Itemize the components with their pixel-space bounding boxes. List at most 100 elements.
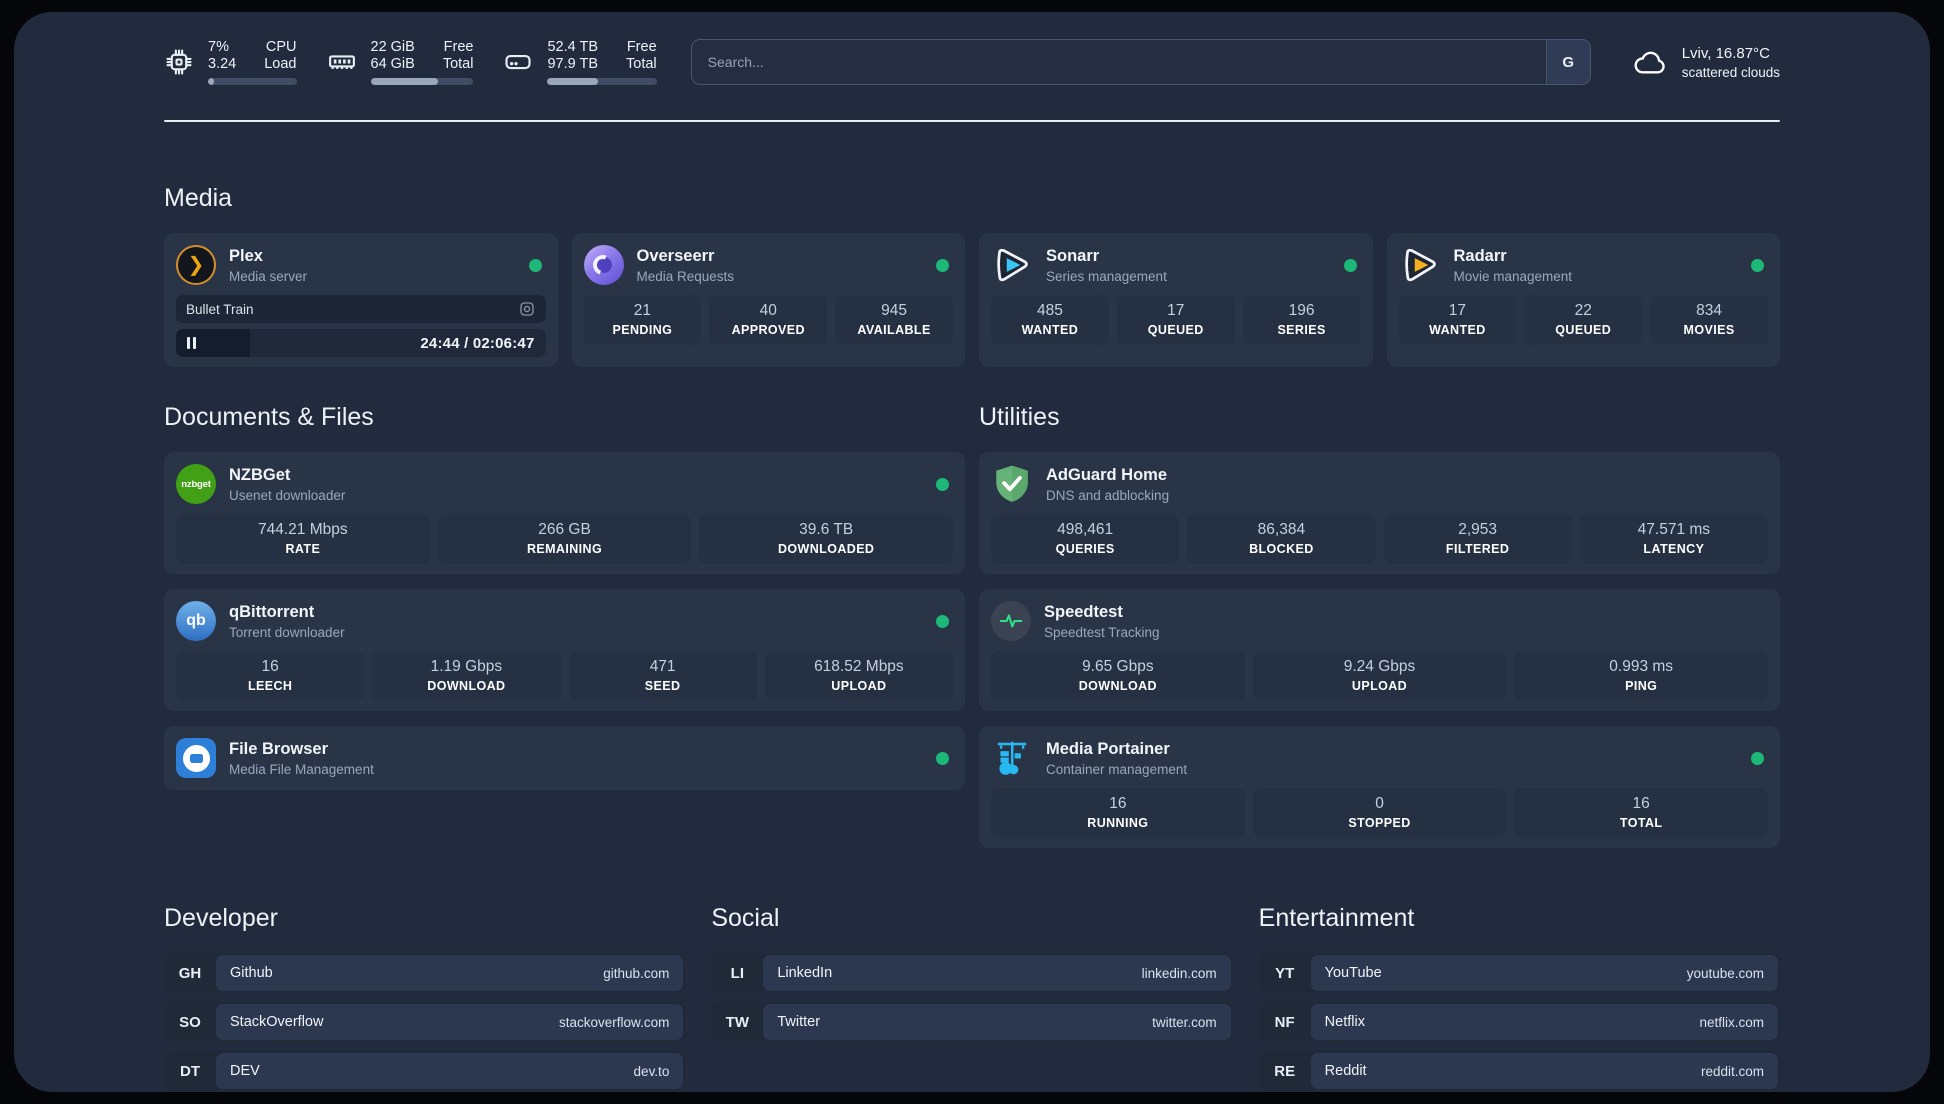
section-title-documents: Documents & Files: [164, 403, 374, 431]
app-card-overseerr[interactable]: Overseerr Media Requests 21 PENDING 40 A…: [571, 233, 965, 367]
app-card-adguard-home[interactable]: AdGuard Home DNS and adblocking 498,461 …: [979, 452, 1780, 574]
bookmark-name: Netflix: [1324, 1014, 1365, 1030]
stat-tile: 47.571 ms LATENCY: [1579, 514, 1768, 564]
bookmark-abbr: NF: [1274, 1013, 1295, 1031]
stat-label: TOTAL: [1619, 816, 1663, 830]
stat-value: 17: [1167, 302, 1185, 319]
bookmark-reddit[interactable]: RE Reddit reddit.com: [1258, 1051, 1780, 1091]
stat-tile: 0.993 ms PING: [1514, 651, 1769, 701]
ram-icon: [327, 47, 357, 77]
stat-label: QUEUED: [1555, 323, 1612, 337]
app-name: NZBGet: [229, 465, 291, 484]
now-playing-title: Bullet Train: [186, 301, 254, 317]
media-player: Bullet Train 24:44 / 02:06:47: [176, 295, 546, 357]
app-card-speedtest[interactable]: Speedtest Speedtest Tracking 9.65 Gbps D…: [979, 589, 1780, 711]
bookmark-abbr: TW: [725, 1013, 749, 1031]
app-description: Media File Management: [229, 761, 374, 777]
portainer-icon: [991, 737, 1033, 779]
app-stats: 498,461 QUERIES 86,384 BLOCKED 2,953 FIL…: [991, 514, 1768, 564]
stat-value: 16: [1632, 795, 1650, 812]
cloud-icon: [1631, 43, 1669, 81]
speedtest-icon: [991, 601, 1031, 641]
bookmark-name: Reddit: [1324, 1063, 1367, 1079]
app-description: Media Requests: [636, 268, 735, 284]
stat-label: APPROVED: [731, 323, 805, 337]
app-stats: 744.21 Mbps RATE 266 GB REMAINING 39.6 T…: [176, 514, 954, 564]
app-card-qbittorrent[interactable]: qb qBittorrent Torrent downloader 16 LEE…: [164, 589, 965, 711]
app-description: Container management: [1046, 761, 1188, 777]
app-stats: 17 WANTED 22 QUEUED 834 MOVIES: [1398, 295, 1769, 345]
pause-icon[interactable]: [187, 337, 196, 349]
stat-value: 16: [1109, 795, 1127, 812]
system-stats: 7% CPU 3.24 Load 22 GiB Free 64 GiB Tota…: [164, 39, 657, 85]
now-playing-icon[interactable]: [518, 300, 536, 318]
app-description: Torrent downloader: [229, 624, 345, 640]
app-name: Radarr: [1453, 246, 1507, 265]
stat-value: 945: [881, 302, 907, 319]
stat-label: WANTED: [1021, 323, 1079, 337]
bookmark-abbr: GH: [178, 964, 202, 982]
section-media: Media ❯ Plex Media server Bullet Train 2…: [164, 184, 1780, 367]
stat-label: PING: [1625, 679, 1658, 693]
section-title-media: Media: [164, 184, 233, 212]
bookmark-dev[interactable]: DT DEV dev.to: [164, 1051, 686, 1091]
app-name: Media Portainer: [1046, 739, 1170, 758]
bookmark-abbr: DT: [180, 1062, 200, 1080]
stat-tile: 22 QUEUED: [1524, 295, 1643, 345]
bookmark-url: stackoverflow.com: [559, 1014, 670, 1030]
bookmark-stackoverflow[interactable]: SO StackOverflow stackoverflow.com: [164, 1002, 686, 1042]
stat-tile: 17 WANTED: [1398, 295, 1517, 345]
app-description: Speedtest Tracking: [1044, 624, 1160, 640]
stat-value: 618.52 Mbps: [814, 658, 904, 675]
bookmark-twitter[interactable]: TW Twitter twitter.com: [711, 1002, 1233, 1042]
stat-label: MOVIES: [1683, 323, 1735, 337]
bookmark-github[interactable]: GH Github github.com: [164, 953, 686, 993]
bookmark-netflix[interactable]: NF Netflix netflix.com: [1258, 1002, 1780, 1042]
app-card-media-portainer[interactable]: Media Portainer Container management 16 …: [979, 726, 1780, 848]
app-card-sonarr[interactable]: Sonarr Series management 485 WANTED 17 Q…: [979, 233, 1373, 367]
stat-label: SEED: [644, 679, 681, 693]
usage-progress-fill: [370, 78, 439, 85]
stat-value: 266 GB: [538, 521, 591, 538]
app-description: Usenet downloader: [229, 487, 346, 503]
stat-tile: 945 AVAILABLE: [835, 295, 953, 345]
stat-label: WANTED: [1429, 323, 1486, 337]
bookmark-abbr: RE: [1274, 1062, 1296, 1080]
stat-tile: 40 APPROVED: [709, 295, 828, 345]
player-time: 24:44 / 02:06:47: [420, 334, 535, 352]
stat-tile: 0 STOPPED: [1252, 788, 1507, 838]
app-name: AdGuard Home: [1046, 465, 1168, 484]
header-divider: [164, 120, 1780, 122]
stat-tile: 196 SERIES: [1242, 295, 1361, 345]
app-card-plex[interactable]: ❯ Plex Media server Bullet Train 24:44 /…: [164, 233, 558, 367]
stat-label: AVAILABLE: [857, 323, 931, 337]
section-documents: Documents & Files nzbget NZBGet Usenet d…: [164, 403, 965, 790]
app-card-radarr[interactable]: Radarr Movie management 17 WANTED 22 QUE…: [1386, 233, 1780, 367]
bookmark-url: youtube.com: [1686, 965, 1764, 981]
app-card-file-browser[interactable]: File Browser Media File Management: [164, 726, 965, 790]
stat-label: QUERIES: [1055, 542, 1115, 556]
stat-value: 39.6 TB: [799, 521, 854, 538]
dashboard-page: 7% CPU 3.24 Load 22 GiB Free 64 GiB Tota…: [14, 12, 1930, 1092]
bookmark-section-title: Developer: [164, 904, 278, 932]
player-progress-bar[interactable]: 24:44 / 02:06:47: [176, 329, 546, 357]
media-cards-row: ❯ Plex Media server Bullet Train 24:44 /…: [164, 233, 1780, 367]
app-stats: 16 LEECH 1.19 Gbps DOWNLOAD 471 SEED 618…: [176, 651, 953, 701]
bookmark-youtube[interactable]: YT YouTube youtube.com: [1258, 953, 1780, 993]
header: 7% CPU 3.24 Load 22 GiB Free 64 GiB Tota…: [164, 34, 1780, 90]
app-stats: 485 WANTED 17 QUEUED 196 SERIES: [991, 295, 1361, 345]
stat-label: QUEUED: [1147, 323, 1204, 337]
stat-value: 0: [1375, 795, 1384, 812]
bookmark-linkedin[interactable]: LI LinkedIn linkedin.com: [711, 953, 1233, 993]
stat-value: 9.24 Gbps: [1343, 658, 1416, 675]
stat-tile: 1.19 Gbps DOWNLOAD: [372, 651, 561, 701]
bookmark-name: StackOverflow: [230, 1014, 324, 1030]
stat-value: 1.19 Gbps: [430, 658, 503, 675]
search-engine-button[interactable]: G: [1545, 40, 1590, 84]
app-card-nzbget[interactable]: nzbget NZBGet Usenet downloader 744.21 M…: [164, 452, 965, 574]
bookmark-abbr: LI: [730, 964, 744, 982]
stat-tile: 9.24 Gbps UPLOAD: [1252, 651, 1507, 701]
search-input[interactable]: [691, 40, 1546, 84]
app-description: Movie management: [1453, 268, 1573, 284]
stat-tile: 618.52 Mbps UPLOAD: [764, 651, 953, 701]
